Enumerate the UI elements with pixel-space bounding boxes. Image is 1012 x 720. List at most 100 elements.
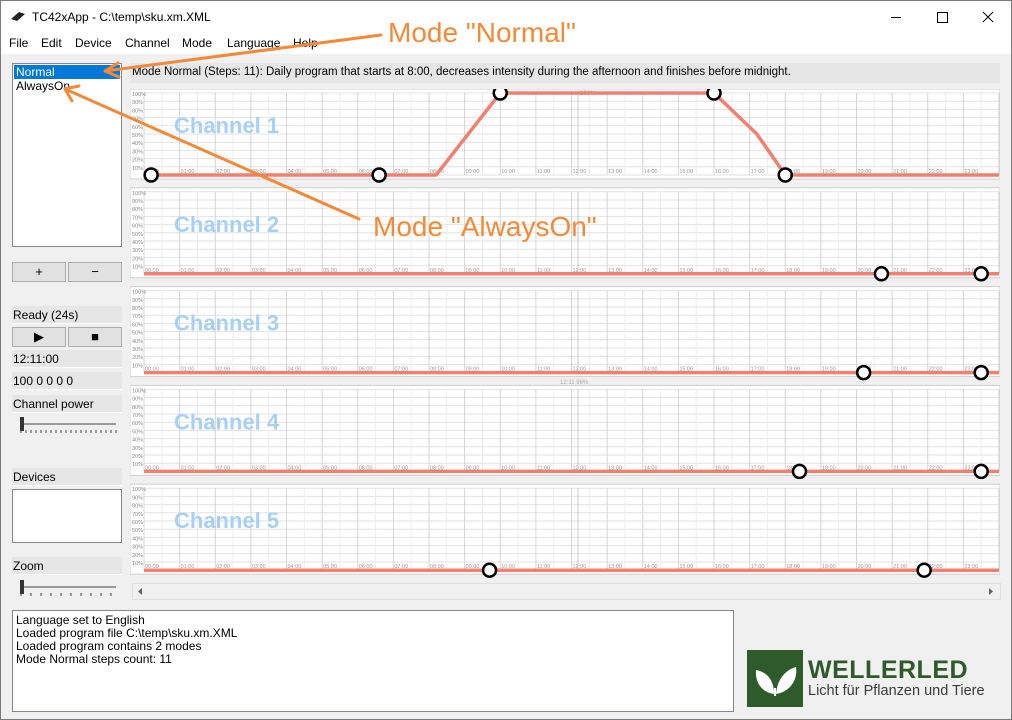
y-tick-label: 100% xyxy=(132,388,146,394)
y-tick-label: 10% xyxy=(132,363,143,369)
maximize-button[interactable] xyxy=(919,1,965,33)
y-tick-label: 60% xyxy=(132,421,143,427)
y-tick-label: 70% xyxy=(132,413,143,419)
slider-track xyxy=(20,417,117,433)
app-window: TC42xApp - C:\temp\sku.xm.XML File Edit … xyxy=(0,0,1012,720)
close-button[interactable] xyxy=(965,1,1011,33)
zoom-slider[interactable] xyxy=(12,577,122,597)
logo-title: WELLERLED xyxy=(808,656,969,684)
stop-button[interactable]: ■ xyxy=(68,327,122,347)
cursor-time-label: 12:11 96% xyxy=(560,380,589,386)
menu-language[interactable]: Language xyxy=(227,36,280,50)
x-tick-label: 17:00 xyxy=(751,169,765,175)
log-output: Language set to English Loaded program f… xyxy=(12,610,734,712)
scroll-right-icon[interactable] xyxy=(989,588,993,595)
menu-edit[interactable]: Edit xyxy=(41,36,62,50)
step-marker[interactable] xyxy=(791,463,808,480)
slider-track xyxy=(20,580,116,596)
mode-item-normal[interactable]: Normal xyxy=(14,65,120,79)
y-tick-label: 40% xyxy=(132,141,143,147)
menu-file[interactable]: File xyxy=(9,36,28,50)
step-marker[interactable] xyxy=(973,266,989,282)
y-tick-label: 70% xyxy=(132,117,143,123)
y-tick-label: 30% xyxy=(132,248,143,254)
y-tick-label: 90% xyxy=(132,397,143,403)
step-marker[interactable] xyxy=(481,562,498,578)
y-tick-label: 50% xyxy=(132,429,143,435)
y-tick-label: 70% xyxy=(132,512,143,518)
logo-subtitle: Licht für Pflanzen und Tiere xyxy=(808,683,985,699)
channel-label: Channel 1 xyxy=(174,113,279,138)
add-mode-button[interactable]: + xyxy=(12,262,66,282)
y-tick-label: 10% xyxy=(132,561,143,567)
minimize-button[interactable] xyxy=(873,1,919,33)
y-tick-label: 10% xyxy=(132,265,143,271)
y-tick-label: 30% xyxy=(132,347,143,353)
y-tick-label: 20% xyxy=(132,158,143,164)
y-tick-label: 80% xyxy=(132,306,143,312)
y-tick-label: 90% xyxy=(132,298,143,304)
x-tick-label: 09:00 xyxy=(466,169,480,175)
menu-help[interactable]: Help xyxy=(293,36,318,50)
y-tick-label: 30% xyxy=(132,545,143,551)
y-tick-label: 90% xyxy=(132,199,143,205)
step-marker[interactable] xyxy=(973,364,989,381)
app-icon xyxy=(11,12,25,21)
slider-thumb[interactable] xyxy=(20,580,24,594)
devices-label: Devices xyxy=(12,468,122,486)
step-marker[interactable] xyxy=(916,562,932,578)
annotation-mode-alwayson: Mode "AlwaysOn" xyxy=(373,211,597,242)
remove-mode-button[interactable]: − xyxy=(68,262,122,282)
y-tick-label: 90% xyxy=(132,100,143,106)
status-text: Ready (24s) xyxy=(12,306,122,324)
channel-power-slider[interactable] xyxy=(12,414,122,434)
y-tick-label: 60% xyxy=(132,322,143,328)
step-marker[interactable] xyxy=(855,364,872,381)
channel-label: Channel 5 xyxy=(174,508,279,533)
y-tick-label: 60% xyxy=(132,125,143,131)
y-tick-label: 100% xyxy=(132,290,146,296)
channel-label: Channel 4 xyxy=(174,409,280,434)
y-tick-label: 80% xyxy=(132,207,143,213)
y-tick-label: 90% xyxy=(132,495,143,501)
x-tick-label: 10:00 xyxy=(501,169,515,175)
mode-item-alwayson[interactable]: AlwaysOn xyxy=(14,79,120,93)
y-tick-label: 50% xyxy=(132,133,143,139)
horizontal-scrollbar[interactable] xyxy=(132,583,1001,600)
y-tick-label: 70% xyxy=(132,215,143,221)
y-tick-label: 20% xyxy=(132,256,143,262)
clock-display: 12:11:00 xyxy=(12,350,122,368)
step-marker[interactable] xyxy=(143,167,159,183)
y-tick-label: 60% xyxy=(132,224,143,230)
mode-list[interactable]: Normal AlwaysOn xyxy=(12,63,122,247)
scroll-left-icon[interactable] xyxy=(138,588,142,595)
x-tick-label: 12:00 xyxy=(573,169,587,175)
step-marker[interactable] xyxy=(706,89,722,101)
y-tick-label: 100% xyxy=(132,92,146,98)
devices-list[interactable] xyxy=(12,489,122,543)
menu-mode[interactable]: Mode xyxy=(182,36,212,50)
play-button[interactable]: ▶ xyxy=(12,327,66,347)
menu-device[interactable]: Device xyxy=(75,36,112,50)
y-tick-label: 80% xyxy=(132,108,143,114)
maximize-icon xyxy=(937,12,948,23)
y-tick-label: 40% xyxy=(132,536,143,542)
step-marker[interactable] xyxy=(492,89,508,101)
y-tick-label: 80% xyxy=(132,405,143,411)
y-tick-label: 40% xyxy=(132,240,143,246)
zoom-label: Zoom xyxy=(12,557,122,575)
step-marker[interactable] xyxy=(973,463,989,480)
channel-charts[interactable]: 100%90%80%70%60%50%40%30%20%10%00:0001:0… xyxy=(130,89,1000,583)
x-tick-label: 13:00 xyxy=(608,169,622,175)
step-marker[interactable] xyxy=(371,167,387,183)
y-tick-label: 40% xyxy=(132,438,143,444)
y-tick-label: 70% xyxy=(132,314,143,320)
x-tick-label: 16:00 xyxy=(715,169,729,175)
leaf-logo-icon xyxy=(747,650,803,707)
step-marker[interactable] xyxy=(777,167,793,183)
menu-channel[interactable]: Channel xyxy=(125,36,170,50)
y-tick-label: 30% xyxy=(132,149,143,155)
slider-thumb[interactable] xyxy=(20,417,24,431)
y-tick-label: 10% xyxy=(132,462,143,468)
step-marker[interactable] xyxy=(873,266,890,282)
